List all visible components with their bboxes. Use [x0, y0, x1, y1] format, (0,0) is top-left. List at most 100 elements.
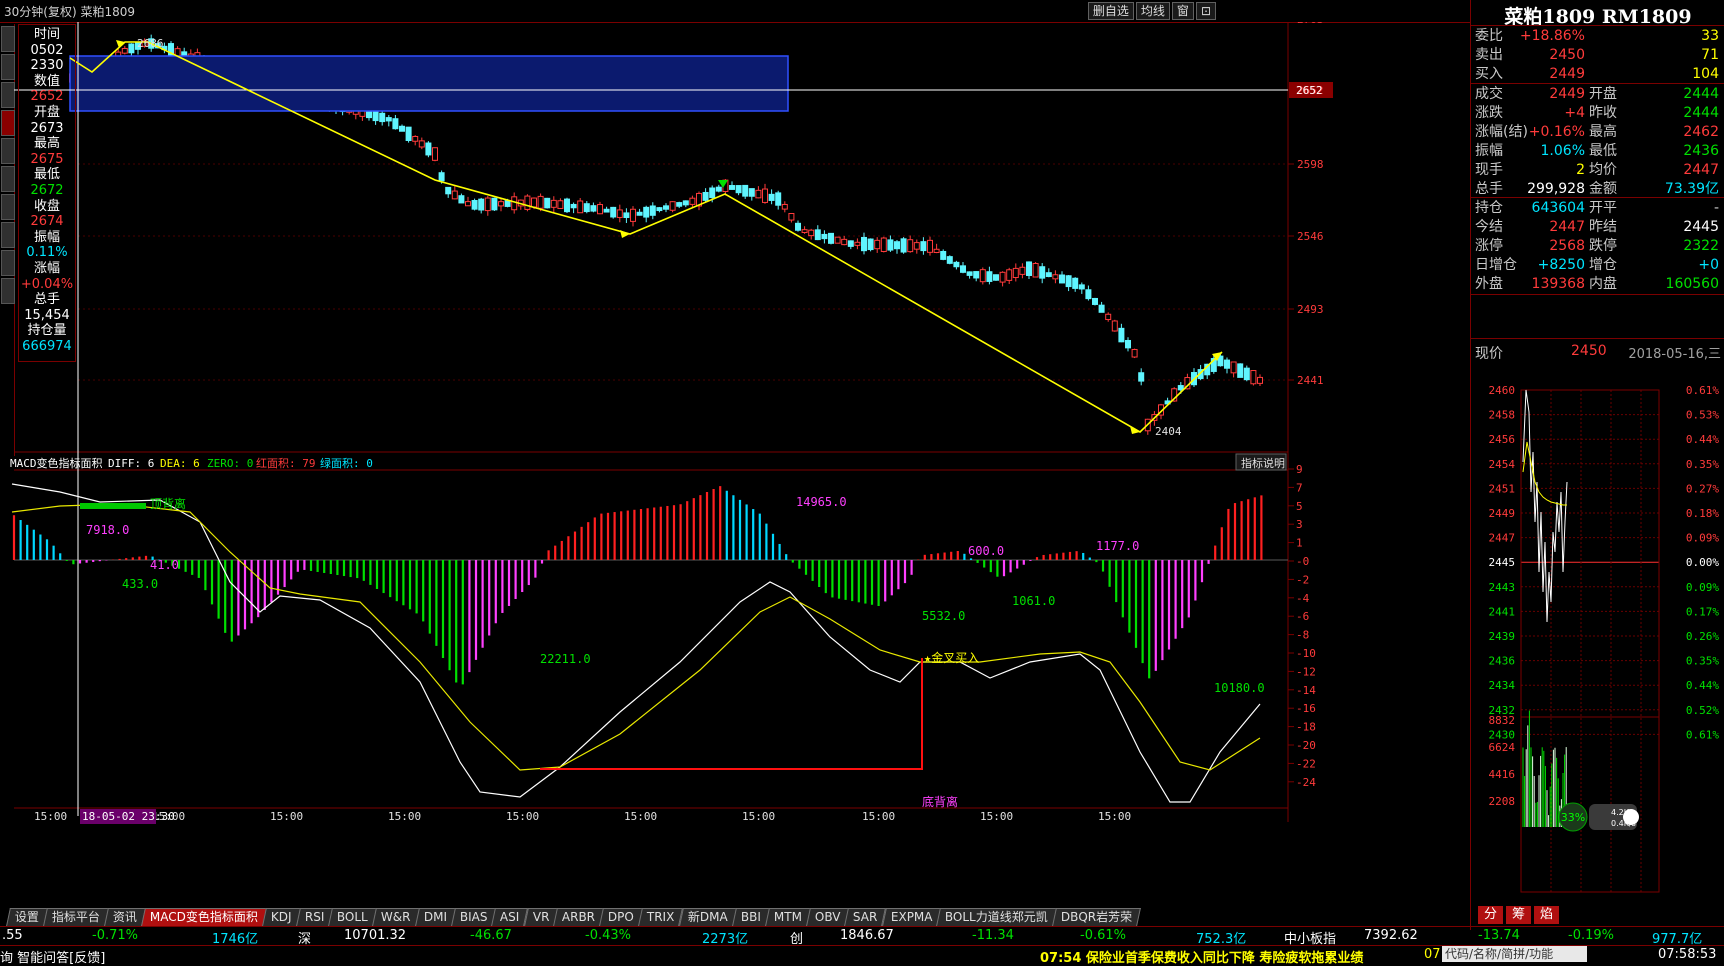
indicator-tab[interactable]: OBV	[805, 908, 850, 926]
candle-body	[689, 197, 696, 205]
indicator-tab-label: BOLL	[337, 910, 368, 924]
candle-body	[451, 190, 458, 200]
indicator-tab[interactable]: SAR	[844, 908, 887, 926]
indicator-tab[interactable]: 资讯	[104, 908, 146, 926]
macd-axis-label: -20	[1296, 739, 1316, 752]
diff-label: DIFF: 6	[108, 457, 154, 470]
mini-price-label: 2458	[1489, 409, 1516, 422]
delete-favorite-button[interactable]: 删自选	[1087, 2, 1134, 20]
macd-axis-label: 7	[1296, 481, 1303, 494]
indicator-tab[interactable]: MACD变色指标面积	[141, 908, 267, 926]
quote-label: 涨幅(结)	[1475, 124, 1528, 140]
side-tab-2[interactable]: 焰	[1534, 906, 1560, 924]
candle-body	[880, 237, 887, 252]
quote-row: 今结 2447 昨结 2445	[1471, 217, 1724, 237]
indicator-tab[interactable]: BIAS	[450, 908, 497, 926]
indicator-tab[interactable]: 指标平台	[43, 908, 109, 926]
separator	[1471, 25, 1724, 26]
indicator-tab[interactable]: KDJ	[262, 908, 301, 926]
indicator-tab[interactable]: W&R	[372, 908, 420, 926]
indicator-tab-label: 指标平台	[51, 910, 100, 924]
candle-body	[550, 199, 557, 208]
indicator-tab[interactable]: BOLL力道线郑元凯	[936, 908, 1057, 926]
quote-panel: 菜粕1809 RM1809 委比 +18.86% 33 卖出 2450 71 买入 2449 1…	[1470, 0, 1724, 930]
maximize-icon[interactable]: ⊡	[1195, 2, 1216, 20]
indicator-tab-label: TRIX	[647, 910, 675, 924]
mini-price-label: 2430	[1489, 728, 1516, 741]
refresh-icon[interactable]	[1623, 809, 1639, 825]
candle-body	[583, 203, 590, 213]
quote-value: +8250	[1537, 257, 1585, 273]
time-axis-label: 15:00	[34, 810, 67, 823]
candle-body	[1131, 349, 1138, 358]
title-buttons: 删自选 均线 窗 ⊡	[1087, 2, 1216, 20]
candle-body	[392, 118, 399, 130]
candle-body	[742, 184, 749, 197]
info-field: 0502	[30, 42, 64, 58]
candle-body	[940, 250, 947, 260]
intraday-mini-chart[interactable]: 2460 0.61% 2458 0.53% 2456 0.44% 2454 0.35% 2451…	[1471, 372, 1724, 902]
indicator-tab[interactable]: DBQR岩芳荣	[1052, 908, 1142, 926]
indicator-tab-label: 设置	[14, 910, 39, 924]
window-button[interactable]: 窗	[1171, 2, 1194, 20]
quote-value: 299,928	[1527, 181, 1585, 197]
chart-title-bar: 30分钟(复权) 菜粕1809 删自选 均线 窗 ⊡	[0, 0, 1470, 23]
indicator-tab[interactable]: 设置	[6, 908, 48, 926]
side-tab-1[interactable]: 筹	[1506, 906, 1532, 924]
code-search-input[interactable]: 代码/名称/简拼/功能	[1442, 946, 1587, 962]
quote-label: 日增仓	[1475, 257, 1517, 273]
indicator-tab[interactable]: TRIX	[638, 908, 684, 926]
diff-line	[11, 483, 1261, 803]
mini-price-label: 2436	[1489, 655, 1516, 668]
quote-value: 2445	[1683, 219, 1719, 235]
candle-body	[1032, 262, 1039, 278]
chart-area[interactable]: 2703 2652 2598 2546 2493 2441 2652 2686 2404 MACD…	[0, 22, 1470, 906]
mini-pct-label: 0.53%	[1686, 409, 1719, 422]
indicator-tab[interactable]: ARBR	[553, 908, 605, 926]
indicator-tab[interactable]: DMI	[414, 908, 456, 926]
indicator-tab[interactable]: 新DMA	[678, 908, 737, 926]
side-tab-0[interactable]: 分	[1478, 906, 1504, 924]
indicator-tab-strip: 设置 指标平台 资讯 MACD变色指标面积 KDJ RSI BOLL W&R DMI BIAS AS…	[6, 908, 1142, 926]
quote-row: 委比 +18.86% 33	[1471, 26, 1724, 46]
mini-price-label: 2460	[1489, 384, 1516, 397]
indicator-help-label: 指标说明	[1241, 456, 1285, 470]
indicator-tab[interactable]: DPO	[599, 908, 644, 926]
candle-body	[913, 242, 920, 250]
news-ticker[interactable]: 07:54 保险业首季保费收入同比下降 寿险疲软拖累业绩	[1040, 947, 1363, 966]
quote-value: 139368	[1531, 276, 1585, 292]
indicator-tab[interactable]: EXPMA	[881, 908, 942, 926]
indicator-tab-label: BIAS	[459, 910, 488, 924]
green-area-label: 绿面积: 0	[320, 456, 373, 470]
candle-body	[458, 195, 465, 204]
candle-body	[379, 112, 386, 123]
indicator-tab-label: DBQR岩芳荣	[1060, 910, 1133, 924]
candle-body	[1045, 272, 1052, 278]
moving-average-button[interactable]: 均线	[1135, 2, 1170, 20]
smart-qa-link[interactable]: 询 智能问答[反馈]	[0, 947, 105, 966]
quote-value: +0	[1698, 257, 1719, 273]
mini-vol-label: 6624	[1489, 741, 1516, 754]
candle-body	[425, 142, 432, 156]
info-field: 2672	[30, 183, 64, 198]
info-field: 15,454	[24, 307, 70, 323]
time-axis-label: 15:00	[388, 810, 421, 823]
candle-body	[399, 125, 405, 132]
ticker-value: 7392.62	[1364, 928, 1418, 943]
quote-row: 买入 2449 104	[1471, 64, 1724, 84]
candle-body	[847, 240, 854, 247]
quote-row: 成交 2449 开盘 2444	[1471, 84, 1724, 104]
candle-body	[1026, 261, 1032, 276]
quote-label: 外盘	[1475, 276, 1503, 292]
macd-axis-label: -18	[1296, 721, 1316, 734]
candle-body	[610, 206, 617, 218]
indicator-tab[interactable]: ASI	[491, 908, 529, 926]
candle-body	[953, 261, 960, 268]
indicator-tab[interactable]: MTM	[764, 908, 811, 926]
dea-line	[11, 503, 1261, 771]
indicator-tab[interactable]: BOLL	[328, 908, 377, 926]
status-bar: 询 智能问答[反馈] 07:54 保险业首季保费收入同比下降 寿险疲软拖累业绩 …	[0, 945, 1724, 966]
indicator-tab[interactable]: BBI	[731, 908, 770, 926]
quote-value: 2	[1576, 162, 1585, 178]
quote-value: 33	[1701, 28, 1719, 44]
